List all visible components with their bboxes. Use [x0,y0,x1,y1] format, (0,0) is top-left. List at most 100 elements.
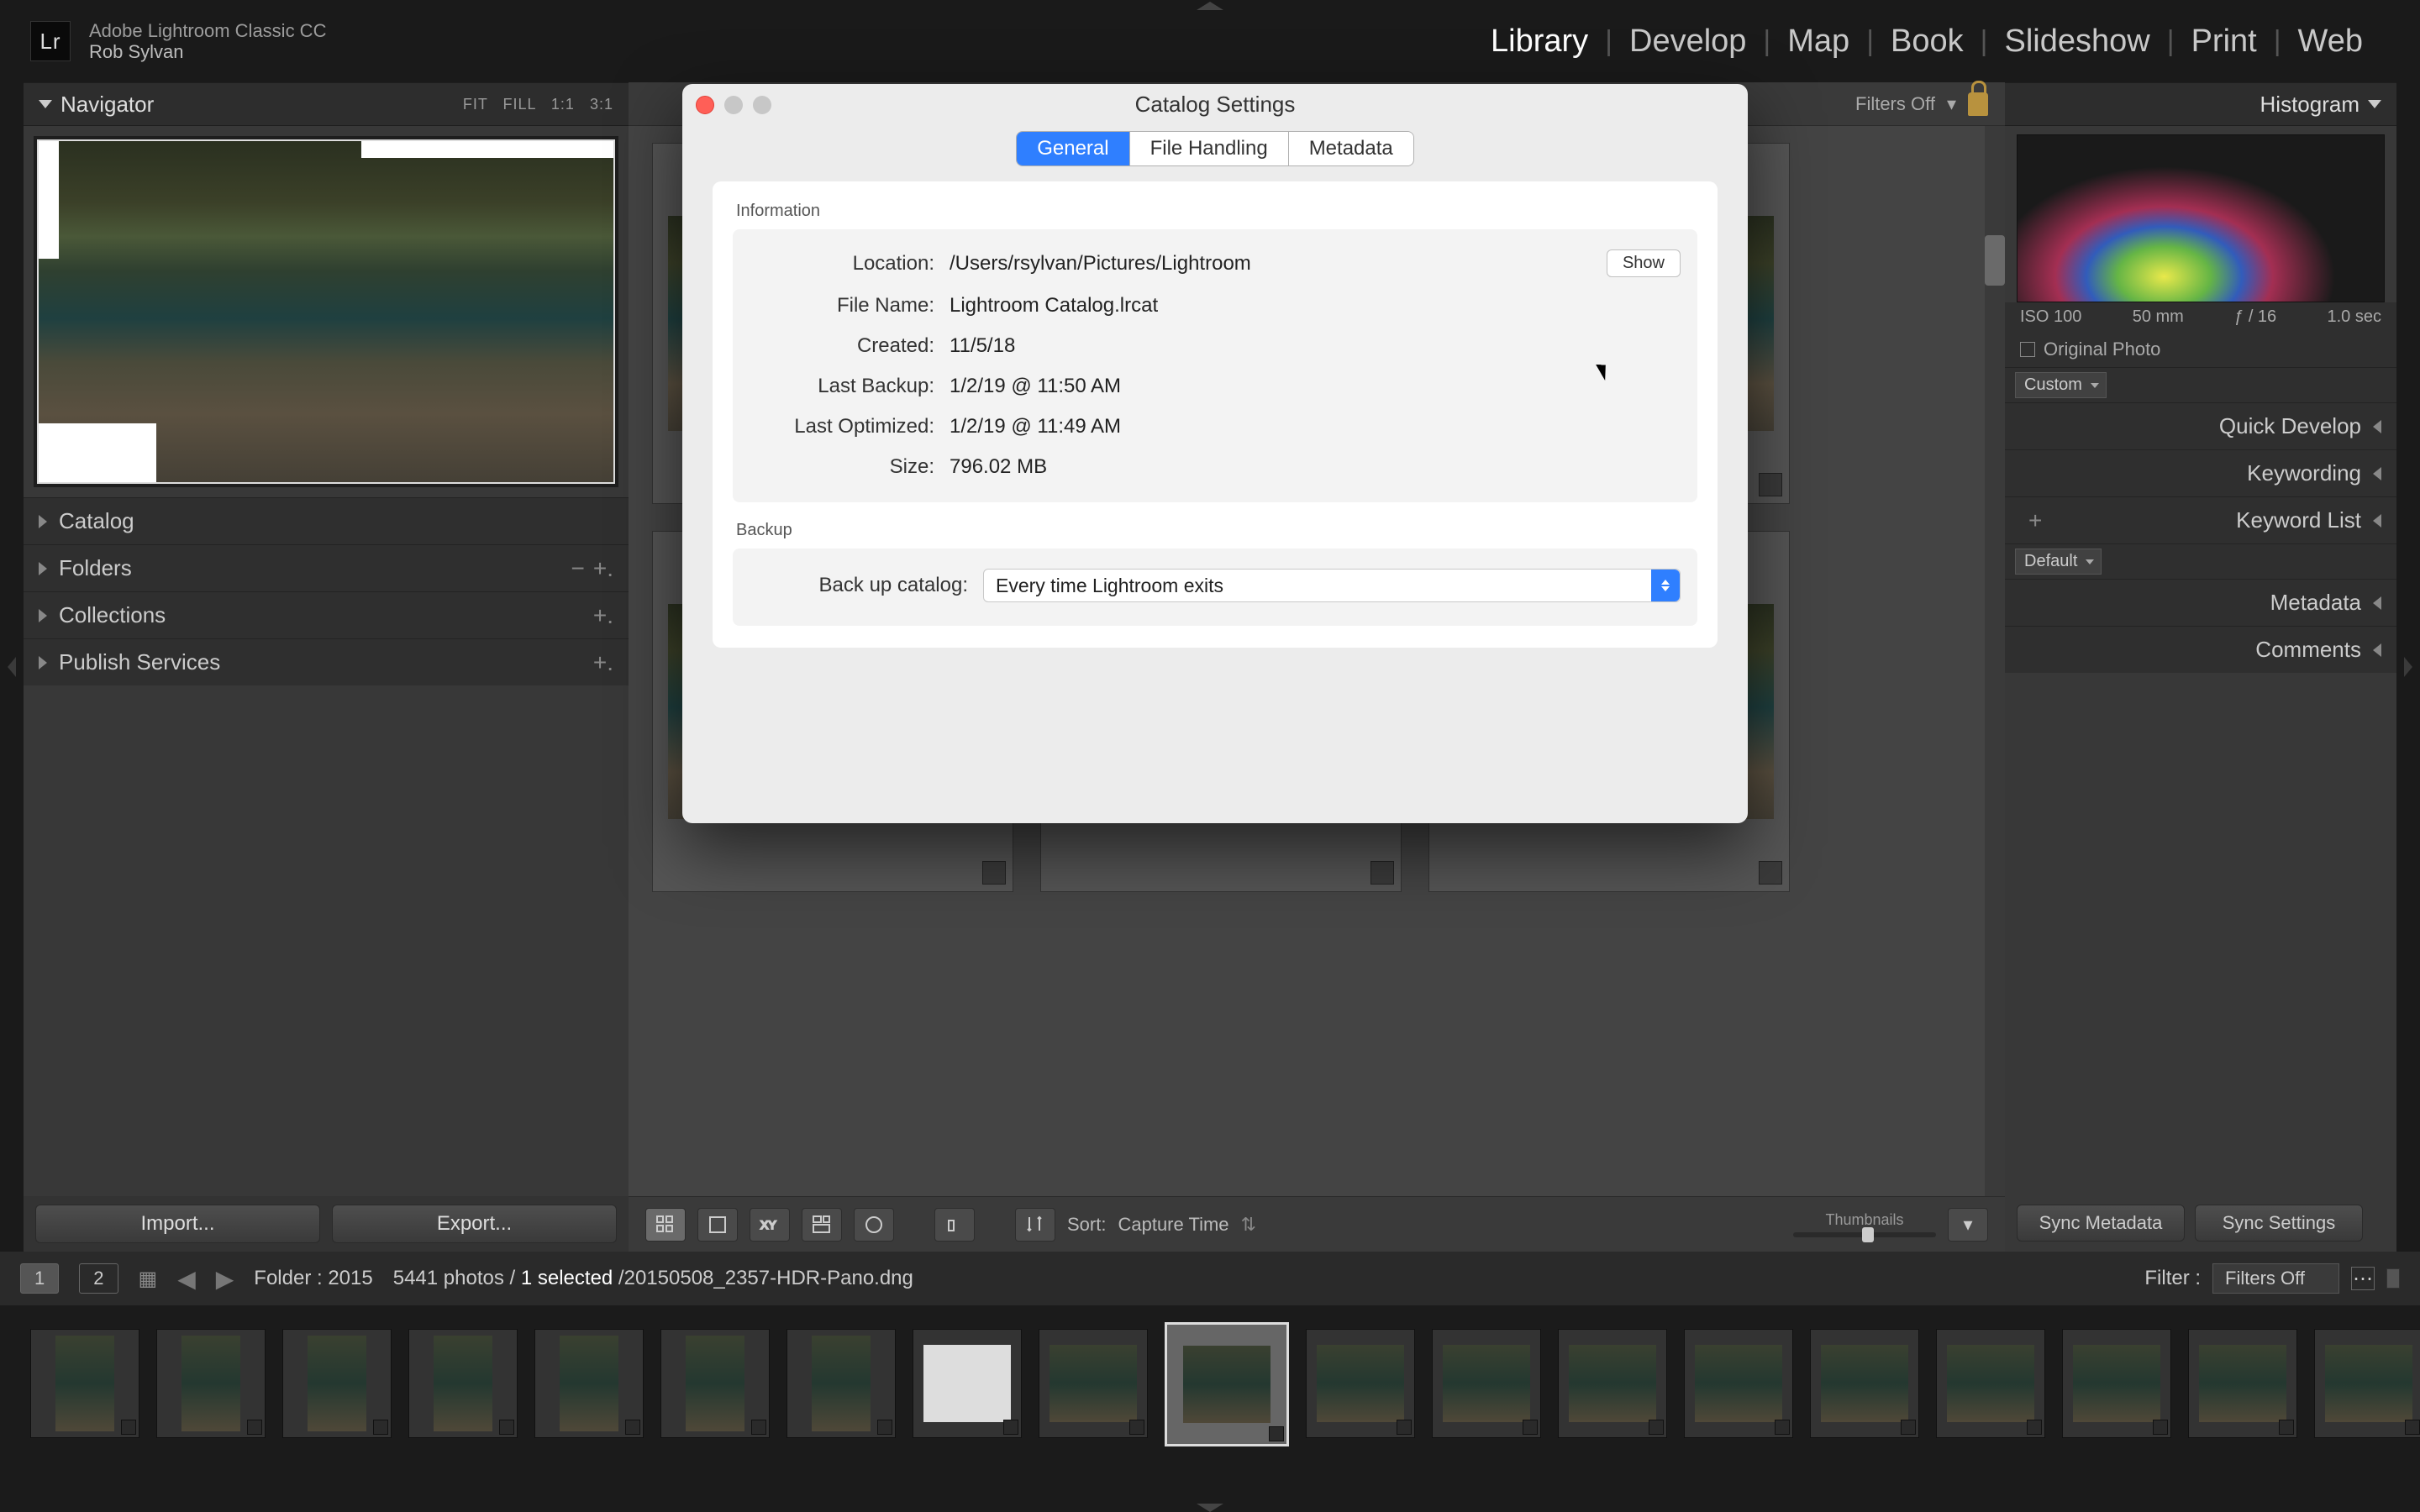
section-quick-develop[interactable]: Quick Develop [2005,402,2396,449]
module-develop[interactable]: Develop [1612,24,1763,60]
toolbar-menu-button[interactable]: ▾ [1948,1208,1988,1242]
zoom-1-1[interactable]: 1:1 [551,96,575,113]
view-compare-button[interactable]: XY [750,1208,790,1242]
import-button[interactable]: Import... [35,1205,320,1243]
section-collections[interactable]: Collections+. [24,591,629,638]
grid-mode-icon[interactable]: ▦ [139,1267,158,1291]
plus-icon[interactable]: +. [593,649,613,676]
sort-direction-button[interactable] [1015,1208,1055,1242]
navigator-preview[interactable] [24,126,629,497]
left-edge-toggle[interactable] [0,82,24,1252]
filmstrip-cell[interactable] [1810,1329,1919,1438]
filmstrip-cell[interactable] [1936,1329,2045,1438]
section-folders[interactable]: Folders−+. [24,544,629,591]
section-publish[interactable]: Publish Services+. [24,638,629,685]
chevron-updown-icon[interactable]: ⇅ [1241,1214,1256,1236]
zoom-fit[interactable]: FIT [463,96,488,113]
filmstrip-cell[interactable] [1684,1329,1793,1438]
sync-metadata-button[interactable]: Sync Metadata [2017,1205,2185,1242]
plus-icon[interactable]: + [2028,507,2042,534]
module-web[interactable]: Web [2281,24,2380,60]
chevron-down-icon[interactable]: ▾ [1947,93,1956,115]
filmstrip-cell[interactable] [282,1329,392,1438]
badge-icon [1003,1420,1018,1435]
loupe-icon [707,1214,729,1236]
module-slideshow[interactable]: Slideshow [1988,24,2167,60]
filmstrip-cell[interactable] [30,1329,139,1438]
view-people-button[interactable] [854,1208,894,1242]
section-catalog[interactable]: Catalog [24,497,629,544]
information-group: Location:/Users/rsylvan/Pictures/Lightro… [733,229,1697,502]
tab-file-handling[interactable]: File Handling [1130,132,1289,165]
show-button[interactable]: Show [1607,249,1681,277]
chevron-right-icon [2404,657,2412,677]
metadata-dropdown[interactable]: Default [2015,549,2102,575]
navigator-zoom[interactable]: FIT FILL 1:1 3:1 [453,96,613,113]
histogram-display[interactable] [2017,134,2385,302]
navigator-header[interactable]: Navigator FIT FILL 1:1 3:1 [24,82,629,126]
filmstrip-cell[interactable] [660,1329,770,1438]
photo-count: 5441 photos / 1 selected /20150508_2357-… [393,1267,913,1290]
thumbnails-label: Thumbnails [1793,1211,1936,1229]
section-keywording[interactable]: Keywording [2005,449,2396,496]
plus-icon[interactable]: +. [593,555,613,582]
secondary-display-button[interactable]: 2 [79,1263,118,1294]
filmstrip-cell-selected[interactable] [1165,1322,1289,1446]
plus-icon[interactable]: +. [593,602,613,629]
filmstrip-cell[interactable] [1558,1329,1667,1438]
top-panel-pull-icon[interactable] [1193,0,1227,12]
backup-frequency-select[interactable]: Every time Lightroom exits [983,569,1681,602]
original-photo-row[interactable]: Original Photo [2005,332,2396,367]
section-label: Comments [2020,637,2361,663]
filmstrip-cell[interactable] [534,1329,644,1438]
section-metadata[interactable]: Metadata [2005,579,2396,626]
identity-plate: Adobe Lightroom Classic CC Rob Sylvan [89,20,326,63]
filmstrip-cell[interactable] [2314,1329,2420,1438]
view-grid-button[interactable] [645,1208,686,1242]
window-close-button[interactable] [696,96,714,114]
filmstrip-cell[interactable] [913,1329,1022,1438]
grid-scrollbar[interactable] [1985,126,2005,1196]
section-comments[interactable]: Comments [2005,626,2396,673]
tab-metadata[interactable]: Metadata [1289,132,1413,165]
tab-general[interactable]: General [1017,132,1129,165]
filmstrip-cell[interactable] [2188,1329,2297,1438]
thumbnail-size-slider[interactable] [1793,1232,1936,1237]
zoom-fill[interactable]: FILL [503,96,536,113]
filter-switch-icon[interactable] [2386,1268,2400,1289]
lock-icon[interactable] [1968,92,1988,116]
filmstrip-cell[interactable] [2062,1329,2171,1438]
bottom-panel-pull-icon[interactable] [1197,1504,1223,1512]
filmstrip-cell[interactable] [1039,1329,1148,1438]
filmstrip-cell[interactable] [1306,1329,1415,1438]
filter-options-button[interactable]: ⋯ [2351,1267,2375,1290]
painter-button[interactable] [934,1208,975,1242]
filmstrip-cell[interactable] [1432,1329,1541,1438]
nav-forward-icon[interactable]: ▶ [216,1265,234,1293]
export-button[interactable]: Export... [332,1205,617,1243]
sync-settings-button[interactable]: Sync Settings [2195,1205,2363,1242]
filters-off-label[interactable]: Filters Off [1855,93,1935,115]
module-book[interactable]: Book [1874,24,1981,60]
module-library[interactable]: Library [1474,24,1605,60]
module-print[interactable]: Print [2175,24,2274,60]
filmstrip-cell[interactable] [156,1329,266,1438]
view-survey-button[interactable] [802,1208,842,1242]
nav-back-icon[interactable]: ◀ [177,1265,196,1293]
checkbox-icon[interactable] [2020,342,2035,357]
sort-value[interactable]: Capture Time [1118,1214,1228,1236]
module-map[interactable]: Map [1770,24,1866,60]
section-keyword-list[interactable]: Keyword List+ [2005,496,2396,543]
preset-dropdown[interactable]: Custom [2015,372,2107,398]
filter-dropdown[interactable]: Filters Off [2212,1263,2339,1294]
view-loupe-button[interactable] [697,1208,738,1242]
right-edge-toggle[interactable] [2396,82,2420,1252]
chevron-left-icon [2373,514,2381,528]
filmstrip-cell[interactable] [408,1329,518,1438]
primary-display-button[interactable]: 1 [20,1263,59,1294]
minus-icon[interactable]: − [571,555,585,582]
filmstrip-cell[interactable] [786,1329,896,1438]
histogram-header[interactable]: Histogram [2005,82,2396,126]
zoom-3-1[interactable]: 3:1 [590,96,613,113]
filmstrip[interactable] [0,1305,2420,1512]
